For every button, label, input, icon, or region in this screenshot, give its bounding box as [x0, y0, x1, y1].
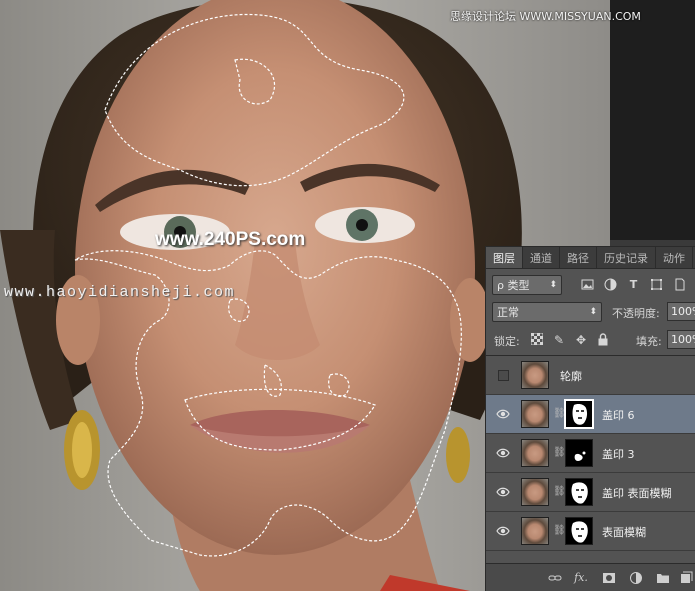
adjustment-icon[interactable] — [604, 278, 617, 291]
chain-link-icon[interactable]: ⛓ — [553, 525, 566, 537]
layer-list: 轮廓 ⛓ 盖印 6 ⛓ 盖印 3 ⛓ 盖印 表面模糊 ⛓ 表面模糊 — [486, 355, 695, 560]
layer-mask-thumbnail[interactable] — [565, 439, 593, 467]
layer-thumbnail — [521, 478, 549, 506]
layer-mask-thumbnail[interactable] — [565, 478, 593, 506]
chain-link-icon[interactable]: ⛓ — [553, 408, 566, 420]
dark-background-strip — [610, 0, 695, 240]
secondary-watermark: www.haoyidiansheji.com — [4, 284, 236, 301]
layer-mask-thumbnail[interactable] — [564, 399, 594, 429]
visibility-toggle-off[interactable] — [498, 370, 509, 381]
layer-row-surface-blur[interactable]: ⛓ 表面模糊 — [486, 512, 695, 551]
eye-icon[interactable] — [496, 447, 510, 459]
lock-brush-icon[interactable]: ✎ — [552, 333, 566, 347]
type-icon[interactable]: T — [627, 278, 640, 291]
layer-thumbnail — [521, 400, 549, 428]
site-watermark: www.240PS.com — [155, 229, 306, 250]
filter-row: ρ 类型 ⬍ T — [486, 274, 695, 296]
layers-panel: 图层 通道 路径 历史记录 动作 ρ 类型 ⬍ T 正常 ⬍ 不透明度: 100… — [485, 246, 695, 591]
lock-row: 锁定: ✎ ✥ 填充: 100% — [486, 329, 695, 351]
mask-icon[interactable] — [602, 571, 616, 585]
chevron-updown-icon: ⬍ — [589, 307, 597, 317]
tab-history[interactable]: 历史记录 — [597, 247, 656, 268]
photoshop-canvas: www.240PS.com www.haoyidiansheji.com 思缘设… — [0, 0, 695, 591]
tab-actions[interactable]: 动作 — [656, 247, 693, 268]
opacity-field[interactable]: 100% — [667, 302, 695, 321]
tab-layers[interactable]: 图层 — [486, 247, 523, 268]
shape-icon[interactable] — [650, 278, 663, 291]
fill-field[interactable]: 100% — [667, 330, 695, 349]
top-watermark: 思缘设计论坛 WWW.MISSYUAN.COM — [450, 10, 641, 23]
blend-mode-value: 正常 — [497, 306, 519, 319]
layer-row-stamp-3[interactable]: ⛓ 盖印 3 — [486, 434, 695, 473]
layer-name: 表面模糊 — [602, 526, 646, 539]
eye-icon[interactable] — [496, 525, 510, 537]
blend-mode-dropdown[interactable]: 正常 ⬍ — [492, 302, 602, 322]
chain-link-icon[interactable]: ⛓ — [553, 447, 566, 459]
eye-icon[interactable] — [496, 486, 510, 498]
lock-transparent-icon[interactable] — [530, 332, 544, 347]
layer-name: 盖印 6 — [602, 409, 635, 422]
adjustment-layer-icon[interactable] — [629, 571, 643, 585]
layer-thumbnail — [521, 361, 549, 389]
link-icon[interactable] — [548, 571, 562, 585]
layer-thumbnail — [521, 439, 549, 467]
panel-tabs: 图层 通道 路径 历史记录 动作 — [486, 247, 695, 269]
layer-row-stamp-surface-blur[interactable]: ⛓ 盖印 表面模糊 — [486, 473, 695, 512]
tab-paths[interactable]: 路径 — [560, 247, 597, 268]
layer-row-outline[interactable]: 轮廓 — [486, 356, 695, 395]
lock-all-icon[interactable] — [596, 333, 610, 347]
layer-name: 轮廓 — [560, 370, 582, 383]
new-layer-icon[interactable] — [679, 571, 693, 585]
opacity-label: 不透明度: — [612, 307, 660, 320]
lock-label: 锁定: — [494, 335, 520, 348]
filter-kind-dropdown[interactable]: ρ 类型 ⬍ — [492, 275, 562, 295]
eye-icon[interactable] — [496, 408, 510, 420]
image-icon[interactable] — [581, 278, 594, 291]
layers-bottom-bar: fx. — [486, 563, 695, 591]
blend-row: 正常 ⬍ 不透明度: 100% — [486, 301, 695, 323]
smart-object-icon[interactable] — [673, 278, 686, 291]
filter-kind-label: ρ 类型 — [497, 279, 530, 292]
fill-label: 填充: — [636, 335, 662, 348]
layer-thumbnail — [521, 517, 549, 545]
tab-channels[interactable]: 通道 — [523, 247, 560, 268]
layer-row-stamp-6[interactable]: ⛓ 盖印 6 — [486, 395, 695, 434]
layer-mask-thumbnail[interactable] — [565, 517, 593, 545]
group-icon[interactable] — [656, 571, 670, 585]
layer-name: 盖印 3 — [602, 448, 635, 461]
layer-name: 盖印 表面模糊 — [602, 487, 672, 500]
chain-link-icon[interactable]: ⛓ — [553, 486, 566, 498]
fx-icon[interactable]: fx. — [574, 571, 588, 585]
chevron-updown-icon: ⬍ — [549, 280, 557, 290]
lock-move-icon[interactable]: ✥ — [574, 333, 588, 347]
